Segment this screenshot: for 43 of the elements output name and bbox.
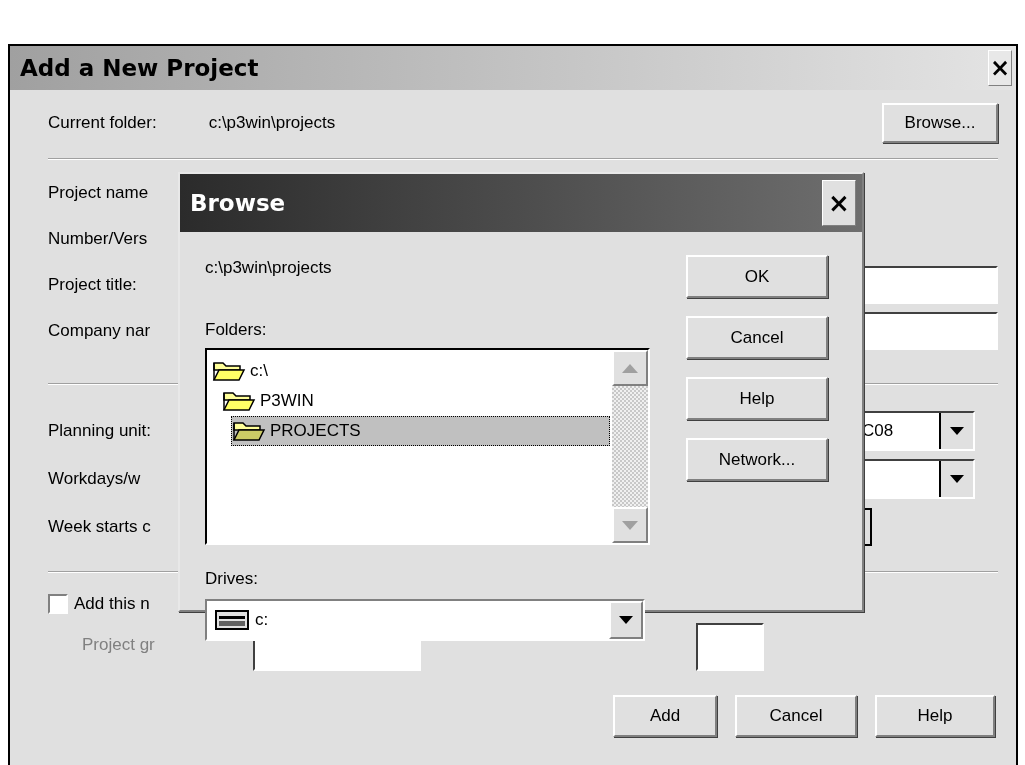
field-label: Week starts c <box>48 517 151 537</box>
folder-icon <box>222 389 256 413</box>
caret-icon <box>950 475 964 483</box>
window-title: Browse <box>190 190 286 216</box>
field-label: Project gr <box>82 635 155 655</box>
browse-button[interactable]: Browse... <box>882 103 998 143</box>
field-label: Number/Vers <box>48 229 148 249</box>
caret-icon <box>619 616 633 624</box>
field-label: Company nar <box>48 321 151 341</box>
checkbox[interactable] <box>48 594 68 614</box>
down-arrow-icon <box>622 520 638 530</box>
folders-label: Folders: <box>205 319 268 341</box>
up-arrow-icon <box>622 363 638 373</box>
folder-list[interactable]: c:\ P3WIN PROJECTS <box>205 348 650 545</box>
field-label: Planning unit: <box>48 421 152 441</box>
folder-icon <box>232 419 266 443</box>
drive-icon <box>215 609 249 631</box>
caret-icon <box>950 427 964 435</box>
field-label: Current folder: <box>48 113 157 133</box>
folder-icon <box>212 359 246 383</box>
dialog-button[interactable]: OK <box>686 255 828 298</box>
drives-label: Drives: <box>205 568 259 590</box>
scrollbar[interactable] <box>612 350 648 543</box>
dialog-button[interactable]: Network... <box>686 438 828 481</box>
close-button[interactable]: × <box>822 180 856 226</box>
dialog-button[interactable]: Cancel <box>735 695 857 737</box>
checkbox-label: Add this n <box>74 594 150 614</box>
window-title: Add a New Project <box>20 55 259 81</box>
field-label: Workdays/w <box>48 469 141 489</box>
folder-path: c:\p3win\projects <box>208 113 336 133</box>
input-field[interactable] <box>696 623 764 671</box>
close-button[interactable]: × <box>988 50 1012 86</box>
drive-dropdown[interactable]: c: <box>205 599 645 641</box>
dialog-button[interactable]: Help <box>875 695 995 737</box>
folder-item[interactable]: c:\ <box>211 356 610 386</box>
folder-path: c:\p3win\projects <box>205 257 333 279</box>
field-label: Project name <box>48 183 149 203</box>
dialog-button[interactable]: Add <box>613 695 717 737</box>
folder-item[interactable]: PROJECTS <box>231 416 610 446</box>
field-label: Project title: <box>48 275 137 295</box>
dialog-button[interactable]: Help <box>686 377 828 420</box>
dialog-button[interactable]: Cancel <box>686 316 828 359</box>
folder-item[interactable]: P3WIN <box>221 386 610 416</box>
